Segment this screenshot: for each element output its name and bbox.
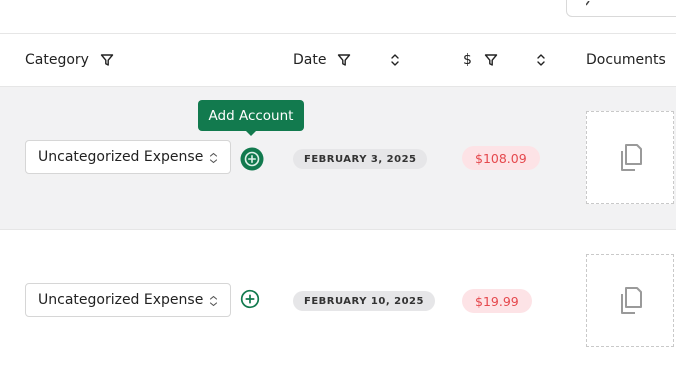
category-select-value: Uncategorized Expense [38,149,204,165]
copy-document-icon [621,143,642,171]
amount-badge: $108.09 [462,146,540,170]
amount-badge: $19.99 [462,289,532,313]
document-dropzone[interactable] [586,254,674,347]
filter-icon[interactable] [484,53,498,67]
category-select-value: Uncategorized Expense [38,292,204,308]
search-input[interactable] [566,0,676,17]
date-badge: FEBRUARY 3, 2025 [293,149,428,169]
filter-icon[interactable] [337,53,351,67]
column-header-category-label: Category [25,52,89,68]
filter-icon[interactable] [100,53,114,67]
column-header-documents-label: Documents [586,52,666,68]
add-account-button[interactable] [240,289,260,309]
top-toolbar [0,0,676,34]
column-header-date[interactable]: Date [293,34,351,86]
sort-icon[interactable] [535,53,547,67]
table-row: Uncategorized Expense FEBRUARY 3, 2025 $… [0,87,676,230]
select-chevron-icon [209,152,218,164]
search-icon [586,1,590,6]
column-header-date-label: Date [293,52,327,68]
date-badge: FEBRUARY 10, 2025 [293,291,435,311]
column-header-amount[interactable]: $ [463,34,498,86]
tooltip-arrow [246,131,256,136]
column-header-amount-label: $ [463,52,472,68]
add-account-button[interactable] [240,147,264,171]
category-select[interactable]: Uncategorized Expense [25,140,231,174]
document-dropzone[interactable] [586,111,674,204]
column-header-category[interactable]: Category [25,34,114,86]
select-chevron-icon [209,295,218,307]
copy-document-icon [621,286,642,314]
category-select[interactable]: Uncategorized Expense [25,283,231,317]
table-header: Category Date $ Documents [0,34,676,87]
add-account-tooltip: Add Account [198,100,304,131]
sort-icon[interactable] [389,53,401,67]
tooltip-text: Add Account [208,107,294,124]
table-row: Uncategorized Expense FEBRUARY 10, 2025 … [0,230,676,369]
column-header-documents: Documents [586,34,666,86]
